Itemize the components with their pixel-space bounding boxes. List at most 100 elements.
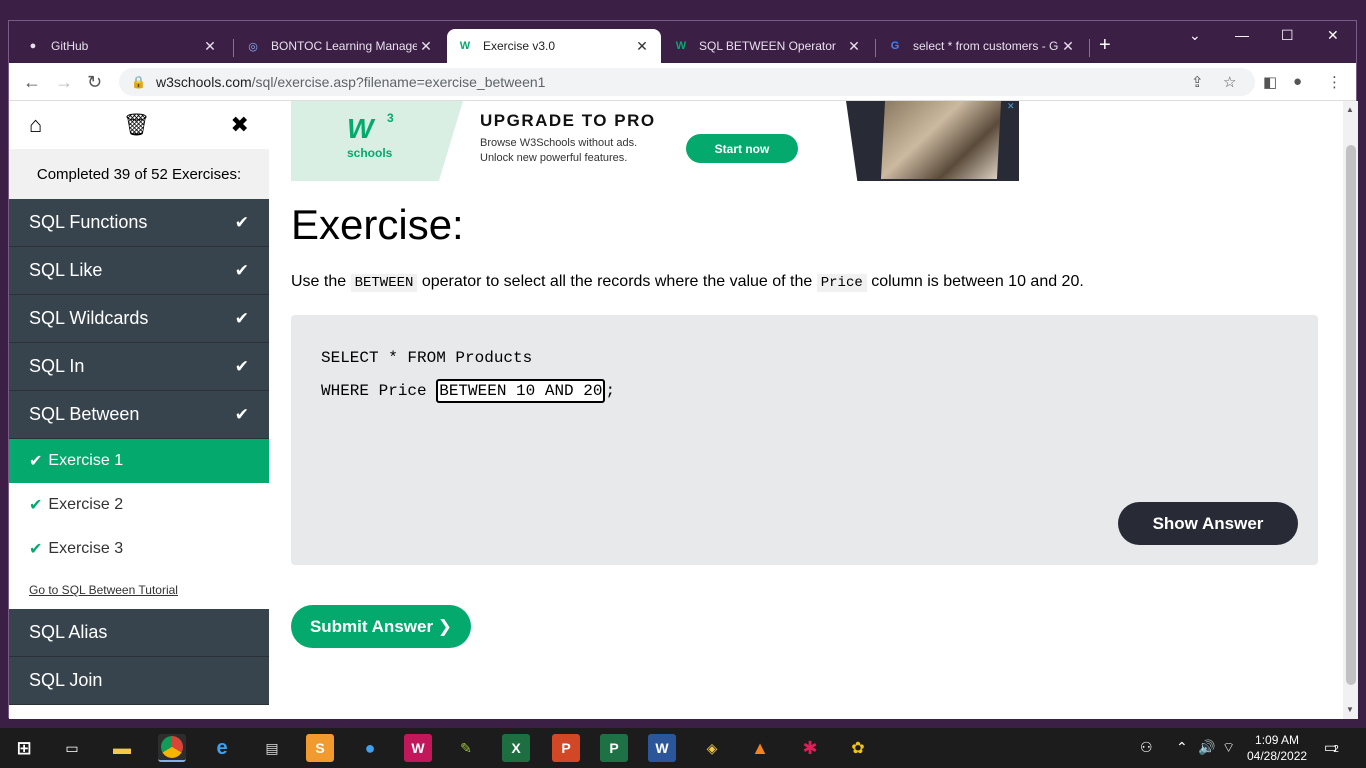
minimize-button[interactable]: — <box>1235 27 1249 43</box>
forward-arrow-icon[interactable]: → <box>55 72 73 93</box>
people-icon[interactable]: ⚇ <box>1140 739 1153 756</box>
google-icon: G <box>890 40 900 52</box>
ad-close-icon[interactable]: ✕ <box>1007 101 1015 112</box>
project-icon[interactable]: P <box>600 734 628 762</box>
sidebar-item-sql-between[interactable]: SQL Between ✔ <box>9 391 269 439</box>
file-explorer-icon[interactable]: ▬ <box>108 734 136 762</box>
sidebar-item-sql-alias[interactable]: SQL Alias <box>9 609 269 657</box>
scroll-up-icon[interactable]: ▲ <box>1346 105 1354 114</box>
tab-exercise[interactable]: W Exercise v3.0 ✕ <box>447 29 661 63</box>
chrome-icon[interactable] <box>158 734 186 762</box>
side-panel-icon[interactable]: ◧ <box>1263 73 1277 91</box>
exercise-main: W 3 schools UPGRADE TO PRO Browse W3Scho… <box>291 101 1341 719</box>
scroll-down-icon[interactable]: ▼ <box>1346 705 1354 714</box>
page-scrollbar[interactable]: ▲ ▼ <box>1343 101 1358 719</box>
checkmark-icon: ✔ <box>234 356 249 376</box>
exercise-label: Exercise 1 <box>48 452 124 469</box>
tab-sql-between[interactable]: W SQL BETWEEN Operator ✕ <box>663 29 873 63</box>
tab-bontoc[interactable]: ◎ BONTOC Learning Managem ✕ <box>235 29 445 63</box>
notepad-icon[interactable]: ✎ <box>452 734 480 762</box>
url-host: w3schools.com <box>155 74 252 90</box>
sidebar-item-sql-like[interactable]: SQL Like ✔ <box>9 247 269 295</box>
tab-search-icon[interactable]: ⌄ <box>1189 27 1201 44</box>
app-icon[interactable]: ◈ <box>698 734 726 762</box>
tray-chevron-icon[interactable]: ⌃ <box>1176 739 1188 756</box>
inline-code: BETWEEN <box>350 274 418 292</box>
close-tab-icon[interactable]: ✕ <box>417 38 435 55</box>
checkmark-icon: ✔ <box>29 497 43 514</box>
home-icon[interactable]: ⌂ <box>29 112 42 138</box>
sidebar-item-label: SQL Alias <box>29 622 108 642</box>
app-icon[interactable]: ● <box>356 734 384 762</box>
logo-schools: schools <box>347 146 393 160</box>
sidebar-item-sql-join[interactable]: SQL Join <box>9 657 269 705</box>
volume-icon[interactable]: 🔊 <box>1198 739 1215 756</box>
wifi-icon[interactable]: ⌔ <box>1222 739 1235 757</box>
wamp-icon[interactable]: W <box>404 734 432 762</box>
w3schools-logo <box>291 101 463 181</box>
taskbar-clock[interactable]: 1:09 AM 04/28/2022 <box>1247 732 1307 764</box>
menu-dots-icon[interactable]: ⋮ <box>1327 73 1342 91</box>
task-view-icon[interactable]: ▭ <box>58 734 86 762</box>
close-tab-icon[interactable]: ✕ <box>1059 38 1077 55</box>
paint-icon[interactable]: ✿ <box>844 734 872 762</box>
back-arrow-icon[interactable]: ← <box>23 72 41 93</box>
ad-line-1: Browse W3Schools without ads. <box>480 137 638 149</box>
close-tab-icon[interactable]: ✕ <box>201 38 219 55</box>
show-answer-button[interactable]: Show Answer <box>1118 502 1298 545</box>
sidebar-item-sql-in[interactable]: SQL In ✔ <box>9 343 269 391</box>
notification-center-icon[interactable]: ▭2 <box>1324 739 1339 756</box>
submit-answer-button[interactable]: Submit Answer ❯ <box>291 605 471 648</box>
vlc-icon[interactable]: ▲ <box>746 734 774 762</box>
upgrade-ad-banner[interactable]: W 3 schools UPGRADE TO PRO Browse W3Scho… <box>291 101 1019 181</box>
ad-headline: UPGRADE TO PRO <box>480 111 656 130</box>
close-tab-icon[interactable]: ✕ <box>633 38 651 55</box>
exercise-sidebar: ⌂ 🗑 ✖ Completed 39 of 52 Exercises: SQL … <box>9 101 269 719</box>
sidebar-item-label: SQL Wildcards <box>29 308 149 328</box>
exercise-title: Exercise: <box>291 201 464 248</box>
tab-github[interactable]: ● GitHub ✕ <box>15 29 229 63</box>
start-now-button[interactable]: Start now <box>686 134 798 163</box>
reload-icon[interactable]: ↻ <box>87 72 102 93</box>
tab-separator <box>1089 39 1090 57</box>
sidebar-exercise-3[interactable]: ✔ Exercise 3 <box>9 527 269 571</box>
windows-start-icon[interactable]: ⊞ <box>10 734 38 762</box>
notification-count: 2 <box>1333 744 1339 755</box>
exercise-label: Exercise 3 <box>48 540 124 557</box>
slack-icon[interactable]: ✱ <box>796 734 824 762</box>
answer-input[interactable]: BETWEEN 10 AND 20 <box>436 379 606 403</box>
tab-google[interactable]: G select * from customers - Go ✕ <box>877 29 1087 63</box>
sidebar-exercise-2[interactable]: ✔ Exercise 2 <box>9 483 269 527</box>
page-content: ⌂ 🗑 ✖ Completed 39 of 52 Exercises: SQL … <box>9 101 1358 719</box>
url-input[interactable]: 🔒 w3schools.com/sql/exercise.asp?filenam… <box>119 68 1255 96</box>
sublime-text-icon[interactable]: S <box>306 734 334 762</box>
maximize-button[interactable]: ☐ <box>1281 27 1294 44</box>
address-bar: ← → ↻ 🔒 w3schools.com/sql/exercise.asp?f… <box>9 63 1356 101</box>
trash-icon[interactable]: 🗑 <box>122 112 150 138</box>
close-tab-icon[interactable]: ✕ <box>845 38 863 55</box>
ad-line-2: Unlock new powerful features. <box>480 152 628 164</box>
excel-icon[interactable]: X <box>502 734 530 762</box>
scroll-thumb[interactable] <box>1346 145 1356 685</box>
browser-window: ● GitHub ✕ ◎ BONTOC Learning Managem ✕ W… <box>8 20 1358 719</box>
word-icon[interactable]: W <box>648 734 676 762</box>
edge-icon[interactable]: e <box>208 734 236 762</box>
sidebar-item-label: SQL Like <box>29 260 103 280</box>
sidebar-toolbar: ⌂ 🗑 ✖ <box>9 101 269 149</box>
bookmark-star-icon[interactable]: ☆ <box>1223 73 1236 91</box>
powerpoint-icon[interactable]: P <box>552 734 580 762</box>
tutorial-link[interactable]: Go to SQL Between Tutorial <box>9 571 269 609</box>
tab-strip: ● GitHub ✕ ◎ BONTOC Learning Managem ✕ W… <box>9 21 1356 63</box>
sidebar-item-sql-functions[interactable]: SQL Functions ✔ <box>9 199 269 247</box>
sidebar-exercise-1[interactable]: ✔ Exercise 1 <box>9 439 269 483</box>
share-icon[interactable]: ⇪ <box>1191 73 1204 91</box>
sidebar-item-sql-wildcards[interactable]: SQL Wildcards ✔ <box>9 295 269 343</box>
close-window-button[interactable]: ✕ <box>1327 27 1339 44</box>
profile-avatar-icon[interactable]: ● <box>1293 73 1302 90</box>
ad-photo <box>880 101 1002 179</box>
app-icon[interactable]: ▤ <box>258 734 286 762</box>
desktop-background <box>0 0 1366 20</box>
new-tab-button[interactable]: + <box>1099 34 1111 57</box>
checkmark-icon: ✔ <box>29 541 43 558</box>
close-icon[interactable]: ✖ <box>231 112 249 138</box>
